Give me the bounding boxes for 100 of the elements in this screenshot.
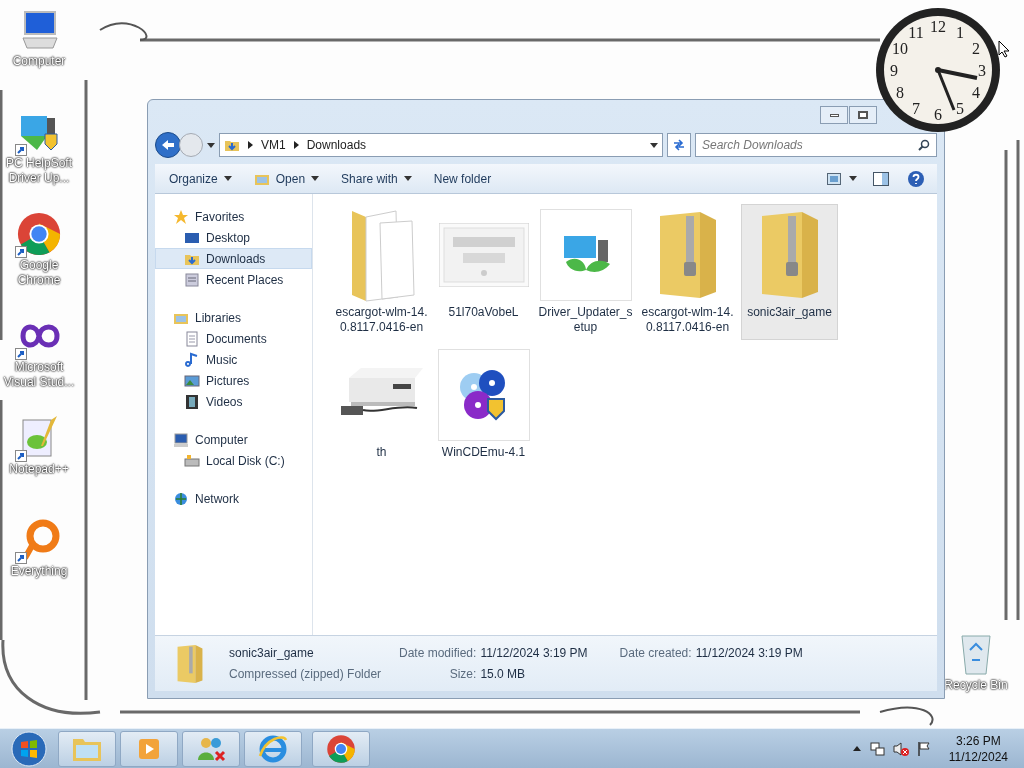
nav-group[interactable]: Favorites <box>155 206 312 227</box>
file-item[interactable]: escargot-wlm-14.0.8117.0416-en <box>639 204 736 340</box>
minimize-button[interactable] <box>820 106 848 124</box>
taskbar-app-button[interactable] <box>182 730 240 767</box>
file-name: 51l70aVobeL <box>447 305 520 320</box>
star-icon <box>173 208 189 225</box>
desktop-icon-label[interactable]: Google Chrome <box>0 258 78 288</box>
file-name: sonic3air_game <box>746 305 833 320</box>
details-label: Date created: <box>619 645 692 662</box>
toolbar-button[interactable]: Open <box>243 166 330 191</box>
e-logo-icon <box>258 733 288 764</box>
view-icon <box>827 172 841 185</box>
refresh-button[interactable] <box>667 133 691 157</box>
file-item[interactable]: th <box>333 344 430 465</box>
file-name: escargot-wlm-14.0.8117.0416-en <box>640 305 735 335</box>
help-icon <box>907 169 925 188</box>
nav-item[interactable]: Local Disk (C:) <box>155 450 312 471</box>
caret-icon <box>849 176 857 181</box>
videos-icon <box>184 393 200 410</box>
back-button[interactable] <box>155 132 181 158</box>
clock-numeral: 3 <box>978 62 986 79</box>
documents-icon <box>184 330 200 347</box>
details-file-type: Compressed (zipped) Folder <box>229 666 379 683</box>
refresh-icon <box>672 138 686 152</box>
file-name: Driver_Updater_setup <box>538 305 633 335</box>
speaker-muted-icon <box>892 740 909 757</box>
search-field[interactable]: Search Downloads <box>695 133 937 157</box>
file-name: WinCDEmu-4.1 <box>440 445 527 460</box>
nav-item[interactable]: Pictures <box>155 370 312 391</box>
taskbar-app-button[interactable] <box>244 730 302 767</box>
nav-item[interactable]: Videos <box>155 391 312 412</box>
play-icon <box>137 736 161 761</box>
desktop-icon-label[interactable]: Recycle Bin <box>944 676 1008 694</box>
pictures-icon <box>184 372 200 389</box>
clock-numeral: 1 <box>956 23 964 41</box>
breadcrumb-arrow-icon <box>293 141 299 149</box>
nav-item[interactable]: Music <box>155 349 312 370</box>
zipped-folder-icon <box>175 643 205 684</box>
caret-icon <box>207 142 215 148</box>
details-label: Date modified: <box>399 645 477 662</box>
details-file-name: sonic3air_game <box>229 645 315 662</box>
file-item[interactable]: 51l70aVobeL <box>435 204 532 340</box>
clock-numeral: 2 <box>972 40 981 57</box>
details-value: 11/12/2024 3:19 PM <box>480 645 588 662</box>
file-name: escargot-wlm-14.0.8117.0416-en <box>334 305 429 335</box>
people-icon <box>196 735 226 762</box>
clock-numeral: 4 <box>972 84 981 101</box>
clock-numeral: 9 <box>890 62 898 79</box>
desktop-icon-label[interactable]: Everything <box>0 564 78 579</box>
mouse-cursor-icon <box>998 40 1010 58</box>
caret-icon <box>650 142 658 148</box>
clock-numeral: 6 <box>934 106 942 123</box>
search-icon <box>918 139 930 151</box>
breadcrumb[interactable]: VM1 <box>261 136 286 154</box>
computer-icon <box>173 431 189 448</box>
clock-numeral: 8 <box>895 84 904 101</box>
music-icon <box>184 351 200 368</box>
nav-item[interactable]: Desktop <box>155 227 312 248</box>
toolbar-button[interactable]: Organize <box>159 166 242 191</box>
clock-numeral: 10 <box>891 40 908 57</box>
desktop-icon-label[interactable]: Computer <box>0 54 78 69</box>
file-item[interactable]: escargot-wlm-14.0.8117.0416-en <box>333 204 430 340</box>
recent-icon <box>184 271 200 288</box>
back-arrow-icon <box>161 139 175 151</box>
details-value: 11/12/2024 3:19 PM <box>695 645 803 662</box>
breadcrumb-arrow-icon <box>248 141 253 149</box>
taskbar-app-button[interactable] <box>312 730 370 767</box>
nav-item[interactable]: Downloads <box>155 248 312 269</box>
chrome-icon <box>326 733 356 764</box>
desktop-icon-label[interactable]: PC HelpSoft Driver Up... <box>0 156 78 186</box>
clock-numeral: 11 <box>908 23 924 41</box>
network-icon <box>868 740 885 757</box>
toolbar-button[interactable]: New folder <box>423 166 502 191</box>
file-item[interactable]: sonic3air_game <box>741 204 838 340</box>
show-hidden-icons-icon <box>852 746 861 751</box>
nav-group[interactable]: Computer <box>155 429 312 450</box>
toolbar-button[interactable]: Share with <box>331 166 422 191</box>
pane-icon <box>873 171 889 186</box>
flag-icon <box>916 740 931 757</box>
disk-icon <box>184 452 200 469</box>
minute-hand <box>936 69 956 111</box>
nav-group[interactable]: Libraries <box>155 307 312 328</box>
desktop-icon-label[interactable]: Microsoft Visual Stud... <box>0 360 78 390</box>
maximize-button[interactable] <box>849 106 877 124</box>
details-value: 15.0 MB <box>480 666 527 683</box>
clock-numeral: 12 <box>930 18 946 35</box>
breadcrumb[interactable]: Downloads <box>306 136 367 154</box>
nav-item[interactable]: Recent Places <box>155 269 312 290</box>
caret-icon <box>311 176 320 181</box>
caret-icon <box>403 176 412 181</box>
caret-icon <box>223 176 232 181</box>
clock[interactable]: 3:26 PM 11/12/2024 <box>948 732 1008 765</box>
address-bar[interactable]: VM1 Downloads <box>219 133 663 157</box>
chrome-icon <box>16 211 62 257</box>
clock-numeral: 5 <box>956 100 964 118</box>
nav-item[interactable]: Documents <box>155 328 312 349</box>
desktop-icon-label[interactable]: Notepad++ <box>0 462 78 477</box>
nav-group[interactable]: Network <box>155 488 312 509</box>
globe-icon <box>173 490 189 507</box>
clock-numeral: 7 <box>912 100 920 118</box>
